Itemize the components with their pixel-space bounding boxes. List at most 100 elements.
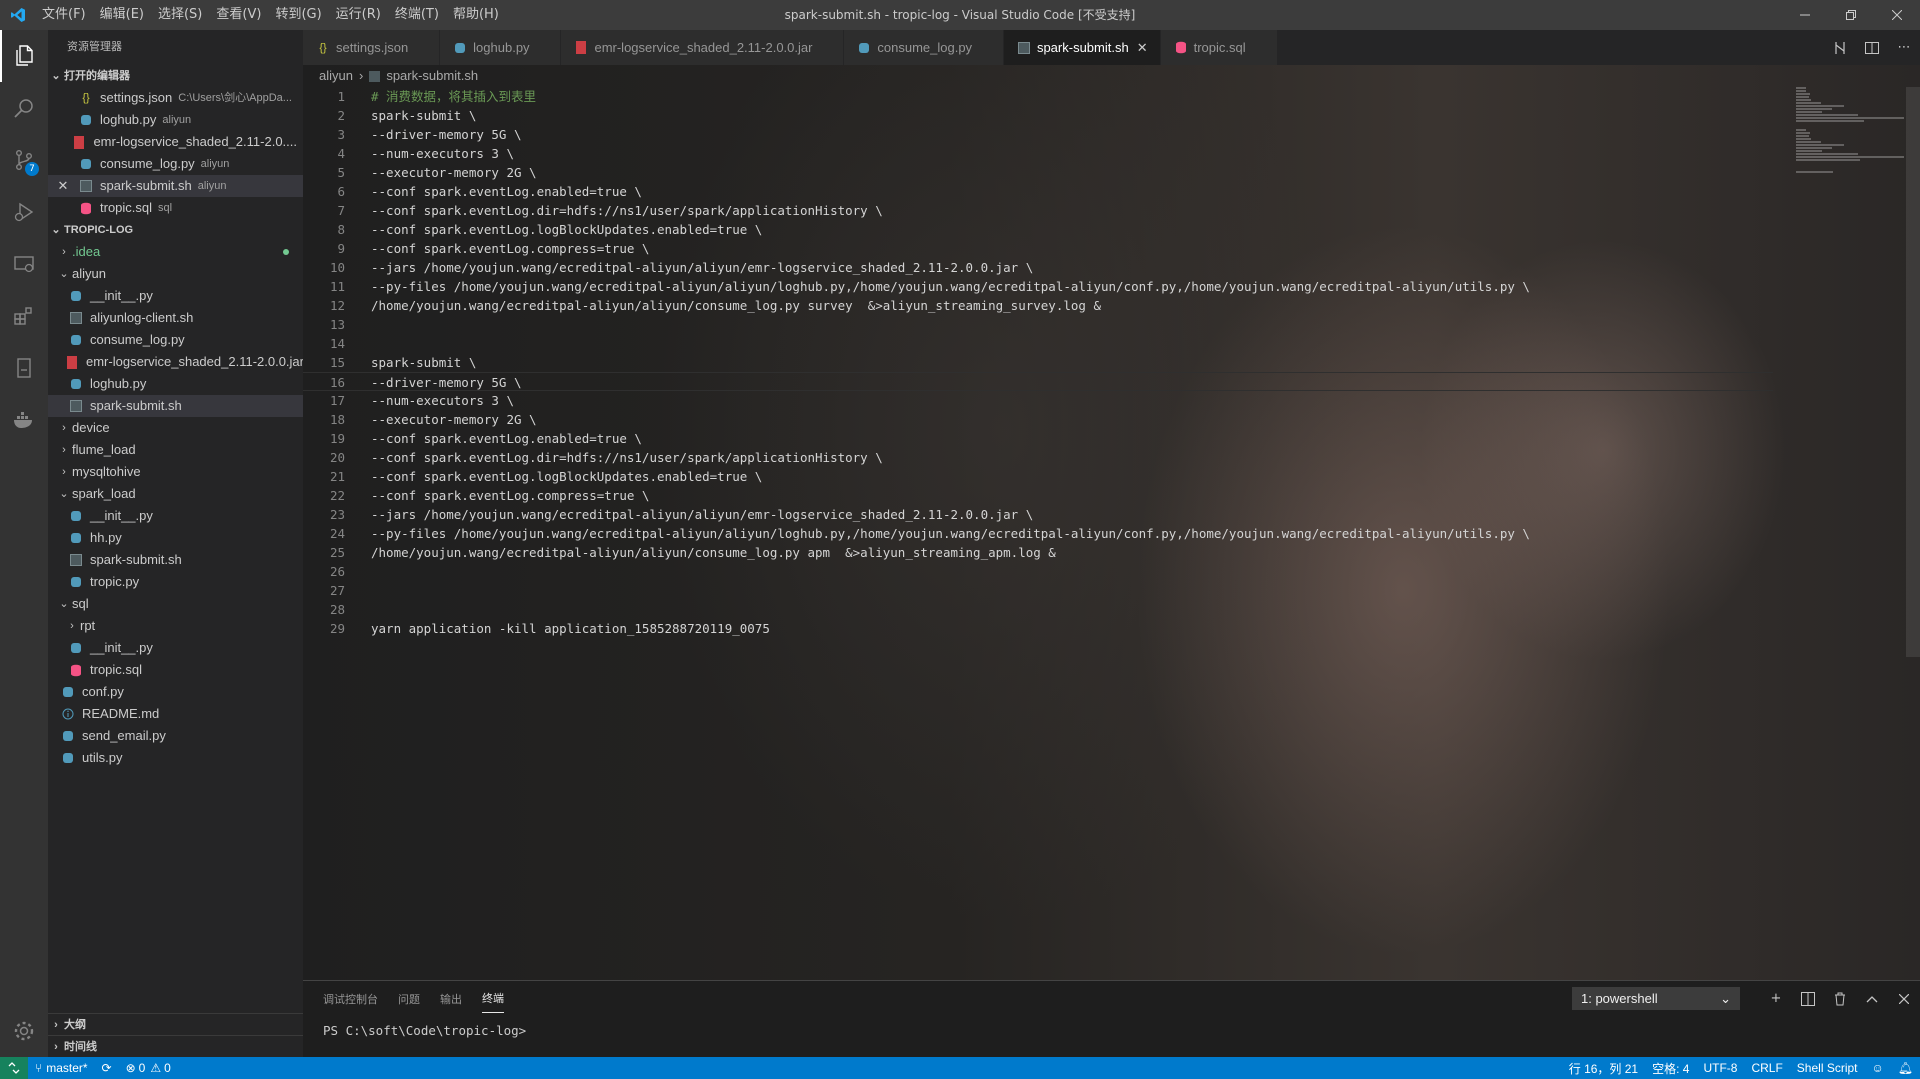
panel-tab[interactable]: 调试控制台 [323,985,378,1013]
line-content [345,562,371,581]
bookmark-icon[interactable] [0,342,48,394]
branch-indicator[interactable]: ⑂ master* [28,1057,95,1079]
menu-item[interactable]: 选择(S) [151,0,209,30]
cursor-position[interactable]: 行 16，列 21 [1562,1057,1645,1079]
more-actions-icon[interactable]: ⋯ [1888,30,1920,65]
line-content: /home/youjun.wang/ecreditpal-aliyun/aliy… [371,298,1101,313]
open-editor-item[interactable]: tropic.sql sql [48,197,303,219]
split-terminal-icon[interactable] [1792,981,1824,1016]
tree-file[interactable]: loghub.py [48,373,303,395]
tree-file[interactable]: spark-submit.sh [48,395,303,417]
tree-folder[interactable]: › rpt [48,615,303,637]
menu-item[interactable]: 转到(G) [268,0,328,30]
menu-item[interactable]: 文件(F) [35,0,93,30]
tree-file[interactable]: conf.py [48,681,303,703]
breadcrumb-folder[interactable]: aliyun [319,65,353,87]
project-header[interactable]: ⌄ TROPIC-LOG [48,219,303,241]
python-icon [68,508,84,524]
tree-file[interactable]: emr-logservice_shaded_2.11-2.0.0.jar [48,351,303,373]
outline-header[interactable]: › 大纲 [48,1013,303,1035]
indentation[interactable]: 空格: 4 [1645,1057,1696,1079]
sync-icon[interactable]: ⟳ [95,1057,119,1079]
editor-tab[interactable]: {}settings.json✕ [303,30,441,65]
tree-folder[interactable]: › flume_load [48,439,303,461]
tree-folder[interactable]: › device [48,417,303,439]
timeline-header[interactable]: › 时间线 [48,1035,303,1057]
feedback-icon[interactable]: ☺ [1865,1057,1891,1079]
code-editor[interactable]: 1 # 消费数据，将其插入到表里 2 spark-submit \ 3 --driver-… [303,87,1773,638]
editor-tab[interactable]: loghub.py✕ [440,30,562,65]
tree-folder[interactable]: ⌄ spark_load [48,483,303,505]
tree-file[interactable]: __init__.py [48,505,303,527]
breadcrumb-file[interactable]: spark-submit.sh [386,65,478,87]
tree-file[interactable]: README.md [48,703,303,725]
editor-scrollbar[interactable] [1906,87,1920,657]
tree-file[interactable]: tropic.sql [48,659,303,681]
tree-file[interactable]: consume_log.py [48,329,303,351]
explorer-icon[interactable] [0,30,48,82]
tree-file[interactable]: send_email.py [48,725,303,747]
open-editor-item[interactable]: ✕ spark-submit.sh aliyun [48,175,303,197]
editor-tab[interactable]: emr-logservice_shaded_2.11-2.0.0.jar✕ [561,30,845,65]
restore-button[interactable] [1828,0,1874,30]
tree-folder[interactable]: › mysqltohive [48,461,303,483]
end-of-line[interactable]: CRLF [1744,1057,1789,1079]
remote-icon[interactable] [0,1057,28,1079]
tree-file[interactable]: __init__.py [48,637,303,659]
run-debug-icon[interactable] [0,186,48,238]
terminal[interactable]: PS C:\soft\Code\tropic-log> [323,1023,526,1038]
open-editor-item[interactable]: {} settings.json C:\Users\剑心\AppDa... [48,87,303,109]
tree-file[interactable]: __init__.py [48,285,303,307]
tree-item-label: sql [72,596,89,611]
line-number: 8 [337,222,345,237]
minimize-button[interactable] [1782,0,1828,30]
terminal-select[interactable]: 1: powershell ⌄ [1572,987,1740,1010]
trash-icon[interactable] [1824,981,1856,1016]
settings-gear-icon[interactable] [0,1011,48,1051]
tree-folder[interactable]: ⌄ aliyun [48,263,303,285]
problems-indicator[interactable]: ⊗ 0 ⚠ 0 [119,1057,178,1079]
encoding[interactable]: UTF-8 [1696,1057,1744,1079]
close-panel-icon[interactable] [1888,981,1920,1016]
panel-tab[interactable]: 终端 [482,984,504,1013]
open-editor-item[interactable]: loghub.py aliyun [48,109,303,131]
close-icon[interactable]: ✕ [1137,40,1148,56]
open-editor-item[interactable]: consume_log.py aliyun [48,153,303,175]
minimap[interactable] [1796,87,1906,173]
remote-explorer-icon[interactable] [0,238,48,290]
source-control-icon[interactable]: 7 [0,134,48,186]
tree-file[interactable]: spark-submit.sh [48,549,303,571]
editor-tab[interactable]: consume_log.py✕ [844,30,1004,65]
panel-tab[interactable]: 输出 [440,985,462,1013]
menu-item[interactable]: 运行(R) [329,0,388,30]
menu-item[interactable]: 查看(V) [209,0,268,30]
tree-file[interactable]: aliyunlog-client.sh [48,307,303,329]
tree-folder[interactable]: › .idea [48,241,303,263]
split-editor-icon[interactable] [1856,30,1888,65]
notifications-bell-icon[interactable]: 🔔︎ [1891,1057,1920,1079]
close-window-button[interactable] [1874,0,1920,30]
menu-item[interactable]: 帮助(H) [446,0,506,30]
panel-tab[interactable]: 问题 [398,985,420,1013]
minimap-line [1796,93,1810,95]
tree-file[interactable]: utils.py [48,747,303,769]
line-content [345,315,371,334]
maximize-panel-icon[interactable] [1856,981,1888,1016]
editor-tab[interactable]: spark-submit.sh ✕ [1003,30,1161,65]
editor-tab[interactable]: tropic.sql✕ [1160,30,1278,65]
open-editor-item[interactable]: emr-logservice_shaded_2.11-2.0.... [48,131,303,153]
tree-file[interactable]: tropic.py [48,571,303,593]
line-content: --jars /home/youjun.wang/ecreditpal-aliy… [371,260,1034,275]
search-icon[interactable] [0,82,48,134]
docker-icon[interactable] [0,394,48,446]
menu-item[interactable]: 终端(T) [388,0,446,30]
close-icon[interactable]: ✕ [48,175,78,197]
tree-folder[interactable]: ⌄ sql [48,593,303,615]
extensions-icon[interactable] [0,290,48,342]
language-mode[interactable]: Shell Script [1790,1057,1865,1079]
tree-file[interactable]: hh.py [48,527,303,549]
open-editors-header[interactable]: ⌄ 打开的编辑器 [48,65,303,87]
menu-item[interactable]: 编辑(E) [93,0,151,30]
new-terminal-icon[interactable]: + [1760,981,1792,1016]
open-changes-icon[interactable] [1824,30,1856,65]
